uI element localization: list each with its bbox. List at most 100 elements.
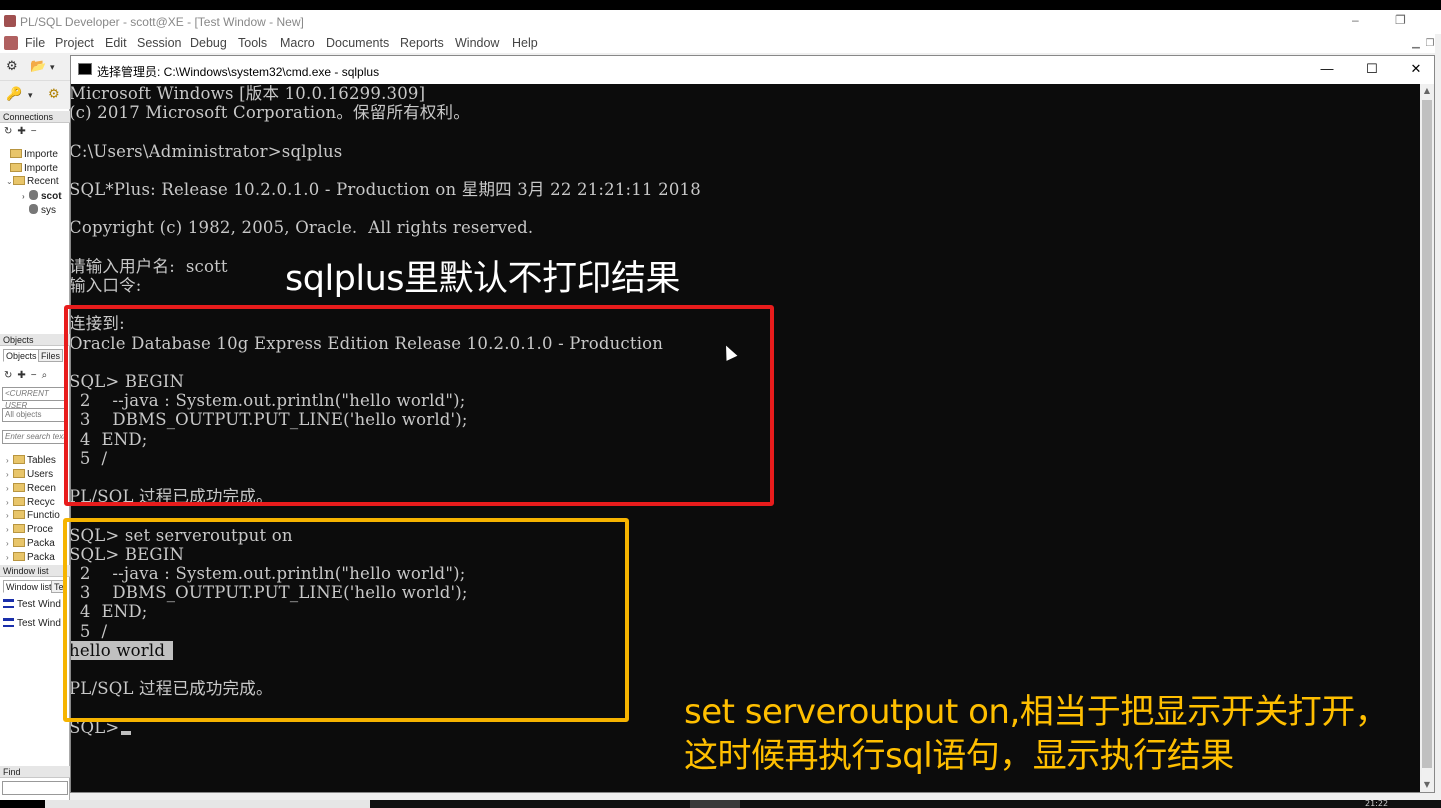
tree-item[interactable]: › Recyc [6,497,70,509]
app-right-strip [1435,34,1441,800]
tree-item[interactable]: Importe [10,163,74,175]
expand-icon[interactable]: › [6,497,13,509]
objects-toolbar: ↻✚−⌕ [4,370,52,381]
binoculars-icon[interactable]: ⌕ [42,370,53,381]
menu-edit[interactable]: Edit [105,36,127,50]
remove-icon[interactable]: − [31,126,42,137]
folder-icon [13,176,25,185]
add-icon[interactable]: ✚ [17,370,30,381]
tab-window-list[interactable]: Window list [3,580,55,593]
expand-icon[interactable]: › [6,469,13,481]
tree-item[interactable]: ⌄ Recent [6,176,70,188]
expand-icon[interactable]: › [6,455,13,467]
left-panel: Connections ↻✚− Importe Importe ⌄ Recent … [0,109,70,800]
text-cursor [121,730,131,735]
folder-icon [10,163,22,172]
menu-documents[interactable]: Documents [326,36,389,50]
tree-item[interactable]: Importe [10,149,74,161]
menu-project[interactable]: Project [55,36,94,50]
start-button[interactable] [0,800,45,808]
search-input[interactable]: Enter search text [2,430,68,444]
app-title: PL/SQL Developer - scott@XE - [Test Wind… [20,15,304,29]
annotation-bottom-line-2: 这时候再执行sql语句，显示执行结果 [684,736,1234,776]
refresh-icon[interactable]: ↻ [4,370,17,381]
menu-debug[interactable]: Debug [190,36,227,50]
console-line: Microsoft Windows [版本 10.0.16299.309] [71,84,426,103]
add-icon[interactable]: ✚ [17,126,30,137]
expand-icon[interactable]: › [22,191,29,202]
objects-header: Objects [0,334,70,346]
gear-icon[interactable]: ⚙ [48,87,60,102]
menu-session[interactable]: Session [137,36,181,50]
folder-icon [13,510,25,519]
all-objects-select[interactable]: All objects [2,408,68,422]
tree-item[interactable]: › Functio [6,510,70,522]
menu-app-icon [4,36,18,50]
restore-icon[interactable]: ❐ [1395,13,1406,27]
tab-objects[interactable]: Objects [3,349,40,362]
connections-toolbar: ↻✚− [4,126,42,137]
dropdown-icon[interactable]: ▾ [50,63,55,73]
folder-icon [13,524,25,533]
folder-icon [13,538,25,547]
vertical-scrollbar[interactable]: ▲ ▼ [1420,84,1434,792]
app-menubar: File Project Edit Session Debug Tools Ma… [0,33,1441,53]
toolbar-row-2: 🔑 ▾ ⚙ [0,81,70,109]
expand-icon[interactable]: › [6,510,13,522]
find-header: Find [0,766,70,778]
scroll-down-icon[interactable]: ▼ [1420,778,1434,792]
new-icon[interactable]: ⚙ [6,59,18,74]
expand-icon[interactable]: › [6,552,13,564]
toolbar-row-1: ⚙ 📂 ▾ [0,53,70,81]
minimize-icon[interactable]: – [1352,13,1359,27]
collapse-icon[interactable]: ⌄ [6,176,13,188]
close-button[interactable]: ✕ [1396,61,1436,77]
scroll-up-icon[interactable]: ▲ [1420,84,1434,98]
folder-icon [13,483,25,492]
folder-icon [10,149,22,158]
taskbar-clock: 21:22 [1365,799,1389,808]
menu-tools[interactable]: Tools [238,36,267,50]
menu-window[interactable]: Window [455,36,499,50]
menu-help[interactable]: Help [512,36,538,50]
test-window-icon [3,599,14,608]
database-icon [29,204,38,214]
open-icon[interactable]: 📂 [30,59,46,74]
menu-macro[interactable]: Macro [280,36,315,50]
tree-item[interactable]: › Packa [6,538,70,550]
window-list-item[interactable]: Test Wind [3,618,61,629]
menu-file[interactable]: File [25,36,45,50]
key-icon[interactable]: 🔑 [6,87,22,102]
expand-icon[interactable]: › [6,524,13,536]
refresh-icon[interactable]: ↻ [4,126,17,137]
red-highlight-box [64,305,774,506]
expand-icon[interactable]: › [6,538,13,550]
remove-icon[interactable]: − [31,370,42,381]
window-list-item[interactable]: Test Wind [3,599,61,610]
folder-icon [13,455,25,464]
taskbar-app[interactable] [690,800,740,808]
console-line: SQL*Plus: Release 10.2.0.1.0 - Productio… [71,180,701,199]
tree-item[interactable]: › Tables [6,455,70,467]
tree-item[interactable]: › Packa [6,552,70,564]
tab-files[interactable]: Files [38,349,64,362]
find-input[interactable] [2,781,68,795]
expand-icon[interactable]: › [6,483,13,495]
annotation-top: sqlplus里默认不打印结果 [285,259,681,299]
scrollbar-thumb[interactable] [1422,100,1432,768]
minimize-button[interactable]: — [1307,61,1347,76]
tree-item[interactable]: › Proce [6,524,70,536]
database-icon [29,190,38,200]
maximize-button[interactable]: ☐ [1352,61,1392,77]
dropdown-icon[interactable]: ▾ [28,91,33,101]
folder-icon [13,469,25,478]
current-user-select[interactable]: <CURRENT USER [2,387,68,410]
taskbar-search[interactable] [45,800,370,808]
tree-item[interactable]: › Recen [6,483,70,495]
taskbar: 21:22 [0,800,1441,808]
menu-reports[interactable]: Reports [400,36,444,50]
console-line: 请输入用户名: scott [71,256,228,276]
console-line: C:\Users\Administrator>sqlplus [71,141,343,161]
cmd-titlebar[interactable]: 选择管理员: C:\Windows\system32\cmd.exe - sql… [71,56,1434,84]
tree-item[interactable]: › Users [6,469,70,481]
